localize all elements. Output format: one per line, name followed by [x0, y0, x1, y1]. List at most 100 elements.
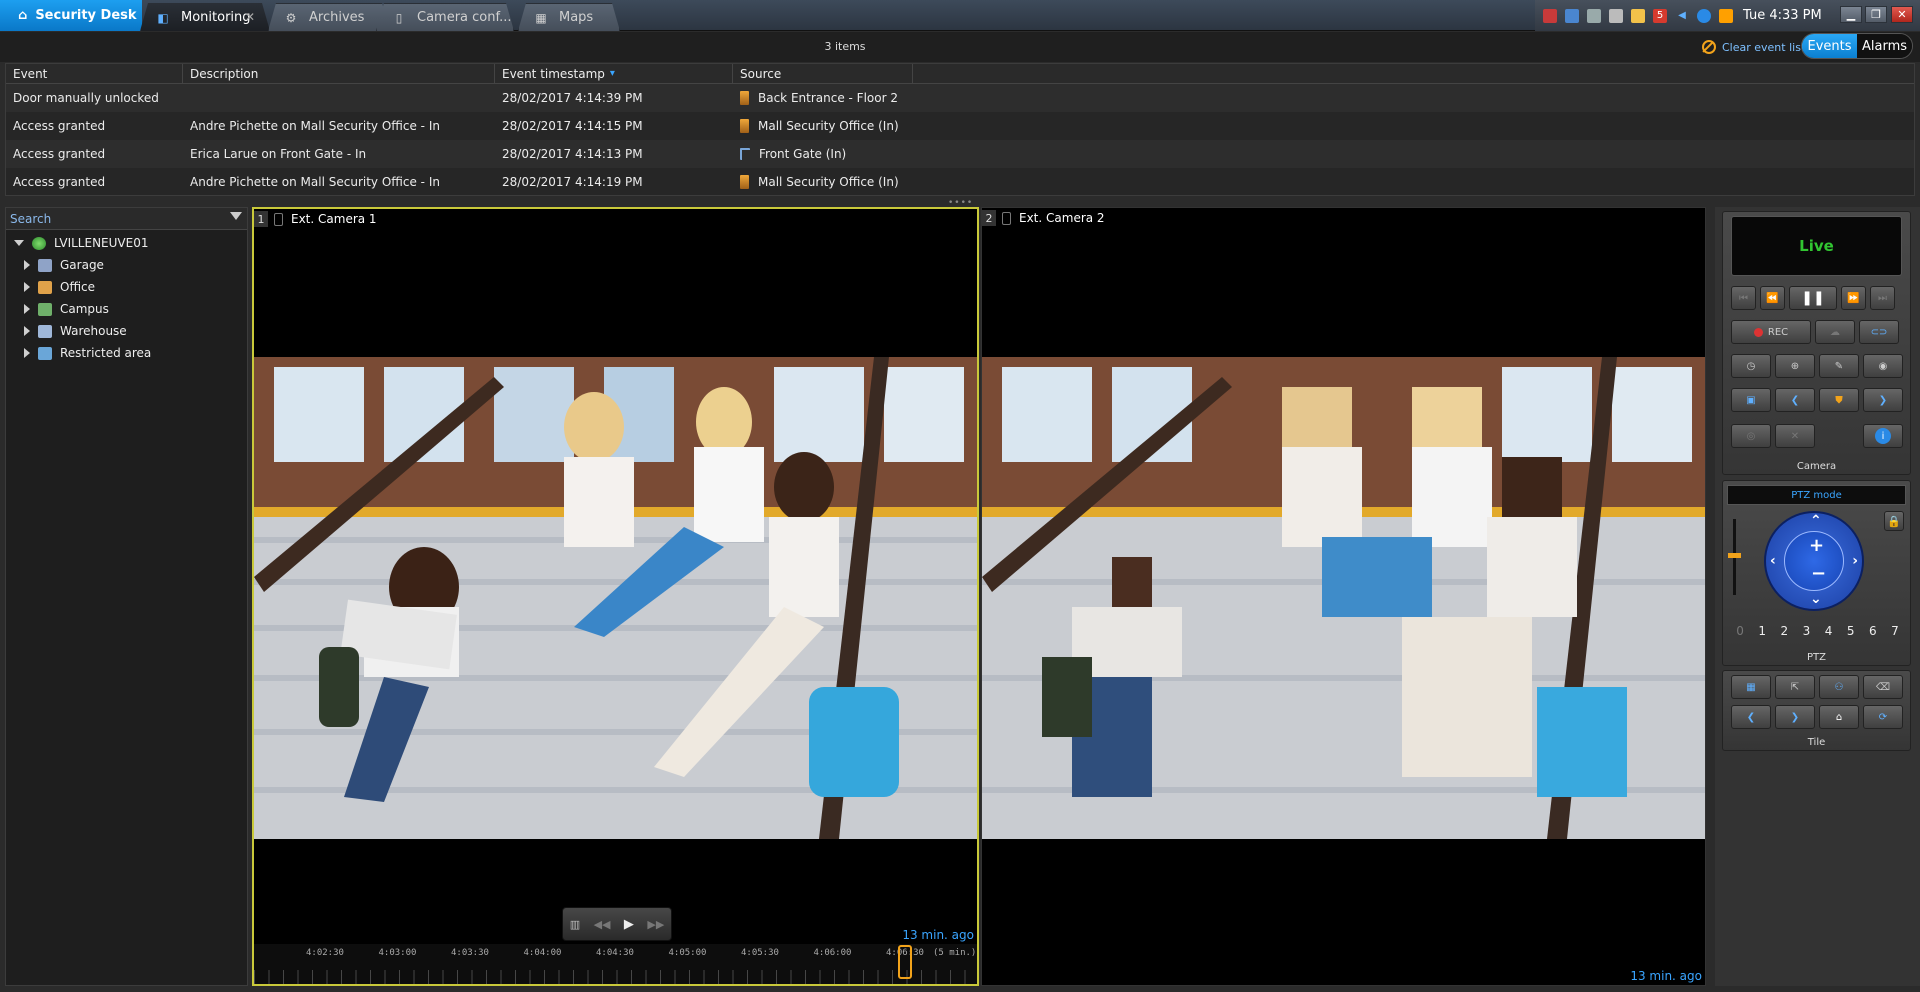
- close-button[interactable]: ✕: [1891, 6, 1913, 23]
- search-input[interactable]: Search: [6, 208, 247, 230]
- print-icon[interactable]: [1609, 8, 1623, 23]
- minimize-button[interactable]: ▁: [1840, 6, 1862, 23]
- preset-button-5[interactable]: 5: [1847, 624, 1855, 644]
- next-icon[interactable]: ❯: [1863, 388, 1903, 412]
- zoom-in-icon[interactable]: +: [1809, 535, 1824, 556]
- events-toggle-button[interactable]: Events: [1802, 34, 1857, 58]
- alert-icon[interactable]: [1543, 8, 1557, 23]
- tab-camera-config[interactable]: ▯ Camera conf...: [376, 3, 514, 31]
- expand-icon[interactable]: [24, 348, 30, 358]
- preset-button-4[interactable]: 4: [1825, 624, 1833, 644]
- tilt-down-icon[interactable]: ⌄: [1810, 591, 1822, 607]
- preset-button-7[interactable]: 7: [1891, 624, 1899, 644]
- tree-item[interactable]: Restricted area: [6, 342, 247, 364]
- jump-start-button[interactable]: ⏮: [1731, 286, 1756, 310]
- preset-button-2[interactable]: 2: [1780, 624, 1788, 644]
- tilt-up-icon[interactable]: ⌃: [1810, 513, 1822, 529]
- expand-icon[interactable]: [24, 282, 30, 292]
- timeline-cursor[interactable]: [898, 945, 912, 979]
- tab-maps[interactable]: ▦ Maps: [518, 3, 620, 31]
- expand-icon[interactable]: [24, 304, 30, 314]
- tree-root[interactable]: LVILLENEUVE01: [6, 232, 247, 254]
- tile-back-icon[interactable]: ❮: [1731, 705, 1771, 729]
- tree-item[interactable]: Garage: [6, 254, 247, 276]
- tab-monitoring[interactable]: ◧ Monitoring ✕: [140, 3, 270, 31]
- tree-item[interactable]: Warehouse: [6, 320, 247, 342]
- rewind-icon[interactable]: ◀◀: [594, 918, 611, 931]
- network-icon[interactable]: [1697, 8, 1711, 23]
- expand-icon[interactable]: [24, 326, 30, 336]
- alarms-toggle-button[interactable]: Alarms: [1857, 34, 1912, 58]
- fullscreen-icon[interactable]: ▣: [1731, 388, 1771, 412]
- column-source[interactable]: Source: [733, 64, 913, 83]
- zoom-slider[interactable]: [1728, 519, 1741, 595]
- refresh-icon[interactable]: ⟳: [1863, 705, 1903, 729]
- source-label: Mall Security Office (In): [758, 119, 899, 133]
- table-row[interactable]: Door manually unlocked 28/02/2017 4:14:3…: [6, 84, 1914, 112]
- filter-icon[interactable]: [230, 212, 242, 225]
- record-button[interactable]: REC: [1731, 320, 1811, 344]
- close-tab-icon[interactable]: ✕: [245, 10, 255, 24]
- expand-tile-icon[interactable]: ⇱: [1775, 675, 1815, 699]
- shield-icon[interactable]: ⛊: [1819, 388, 1859, 412]
- ptz-joystick[interactable]: ⌃ ⌄ ‹ › + −: [1764, 511, 1864, 611]
- timeline[interactable]: 4:02:30 4:03:00 4:03:30 4:04:00 4:04:30 4:05:…: [254, 944, 977, 984]
- zoom-knob[interactable]: [1728, 553, 1741, 558]
- zoom-out-icon[interactable]: −: [1811, 563, 1826, 584]
- column-event[interactable]: Event: [6, 64, 183, 83]
- restore-button[interactable]: ❐: [1865, 6, 1887, 23]
- table-row[interactable]: Access granted Erica Larue on Front Gate…: [6, 140, 1914, 168]
- people-icon[interactable]: ⚇: [1819, 675, 1859, 699]
- tree-item[interactable]: Office: [6, 276, 247, 298]
- video-tile-1[interactable]: 1 Ext. Camera 1 13 min. ago ▥ ◀◀ ▶ ▶▶ 4:…: [252, 207, 979, 986]
- collapse-icon[interactable]: [14, 240, 24, 246]
- clear-event-list-button[interactable]: Clear event list: [1702, 40, 1805, 54]
- audio-icon[interactable]: ◎: [1731, 424, 1771, 448]
- tile-pattern-icon[interactable]: ▦: [1731, 675, 1771, 699]
- forward-button[interactable]: ⏩: [1841, 286, 1866, 310]
- zoom-icon[interactable]: ⊕: [1775, 354, 1815, 378]
- fast-forward-icon[interactable]: ▶▶: [647, 918, 664, 931]
- rewind-button[interactable]: ⏪: [1760, 286, 1785, 310]
- notification-icon[interactable]: [1631, 8, 1645, 23]
- monitor-icon[interactable]: [1565, 8, 1579, 23]
- event-table-header: Event Description Event timestamp ▾ Sour…: [6, 64, 1914, 84]
- alarm-badge[interactable]: 5: [1653, 8, 1667, 23]
- tasks-icon[interactable]: [1587, 8, 1601, 23]
- preset-button-1[interactable]: 1: [1758, 624, 1766, 644]
- app-home-tab[interactable]: ⌂ Security Desk: [0, 0, 142, 31]
- tree-item-label: Restricted area: [60, 346, 152, 360]
- table-row[interactable]: Access granted Andre Pichette on Mall Se…: [6, 168, 1914, 196]
- filmstrip-icon[interactable]: ▥: [570, 918, 580, 931]
- column-timestamp[interactable]: Event timestamp ▾: [495, 64, 733, 83]
- video-tile-2[interactable]: 2 Ext. Camera 2 13 min. ago: [981, 207, 1706, 986]
- clock-icon[interactable]: ◷: [1731, 354, 1771, 378]
- lock-icon[interactable]: 🔒: [1884, 511, 1904, 531]
- preset-button-6[interactable]: 6: [1869, 624, 1877, 644]
- snapshot-icon[interactable]: ✎: [1819, 354, 1859, 378]
- disc-icon[interactable]: ◉: [1863, 354, 1903, 378]
- pan-left-icon[interactable]: ‹: [1770, 553, 1776, 569]
- volume-icon[interactable]: ◀: [1675, 9, 1689, 23]
- play-icon[interactable]: ▶: [624, 917, 634, 932]
- sync-button[interactable]: ⊂⊃: [1859, 320, 1899, 344]
- preset-button-3[interactable]: 3: [1803, 624, 1811, 644]
- clear-tile-icon[interactable]: ⌫: [1863, 675, 1903, 699]
- info-icon[interactable]: i: [1863, 424, 1903, 448]
- signal-icon[interactable]: [1719, 8, 1733, 23]
- expand-icon[interactable]: [24, 260, 30, 270]
- preset-button-0[interactable]: 0: [1736, 624, 1744, 644]
- ptz-mode[interactable]: PTZ mode: [1727, 485, 1906, 505]
- tile-forward-icon[interactable]: ❯: [1775, 705, 1815, 729]
- jump-end-button[interactable]: ⏭: [1870, 286, 1895, 310]
- previous-icon[interactable]: ❮: [1775, 388, 1815, 412]
- pause-button[interactable]: ❚❚: [1789, 286, 1837, 310]
- table-row[interactable]: Access granted Andre Pichette on Mall Se…: [6, 112, 1914, 140]
- add-bookmark-button[interactable]: ☁: [1815, 320, 1855, 344]
- pan-right-icon[interactable]: ›: [1852, 553, 1858, 569]
- home-icon[interactable]: ⌂: [1819, 705, 1859, 729]
- tree-item[interactable]: Campus: [6, 298, 247, 320]
- tab-archives[interactable]: ⚙ Archives: [268, 3, 390, 31]
- column-description[interactable]: Description: [183, 64, 495, 83]
- disconnect-icon[interactable]: ✕: [1775, 424, 1815, 448]
